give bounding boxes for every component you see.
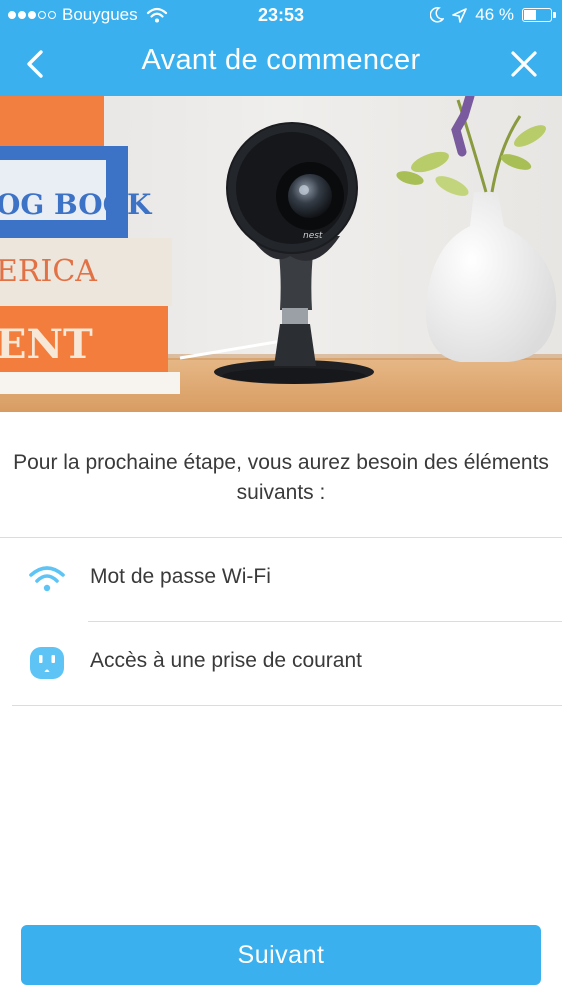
- requirement-power-outlet: Accès à une prise de courant: [0, 622, 562, 706]
- location-arrow-icon: [452, 7, 468, 23]
- svg-text:nest: nest: [303, 231, 323, 241]
- page-title: Avant de commencer: [141, 44, 421, 76]
- nest-camera-photo: OG BOOK ERICA ENT nest: [0, 96, 562, 412]
- requirement-label: Accès à une prise de courant: [90, 649, 362, 672]
- battery-percent: 46 %: [475, 5, 514, 24]
- divider: [12, 705, 562, 706]
- power-outlet-icon: [30, 647, 64, 679]
- requirement-wifi-password: Mot de passe Wi-Fi: [0, 538, 562, 622]
- moon-icon: [430, 7, 445, 23]
- intro-text: Pour la prochaine étape, vous aurez beso…: [13, 451, 549, 504]
- requirement-label: Mot de passe Wi-Fi: [90, 565, 271, 588]
- status-bar-right: 46 %: [430, 5, 556, 25]
- next-button[interactable]: Suivant: [21, 925, 541, 985]
- battery-icon: [522, 8, 556, 22]
- navigation-bar: Avant de commencer: [0, 34, 562, 96]
- status-bar: Bouygues 23:53 46 %: [0, 0, 562, 34]
- svg-text:ERICA: ERICA: [0, 254, 97, 289]
- svg-text:ENT: ENT: [0, 321, 93, 368]
- wifi-icon: [29, 566, 65, 592]
- svg-text:OG BOOK: OG BOOK: [0, 188, 153, 221]
- close-icon[interactable]: [506, 46, 542, 82]
